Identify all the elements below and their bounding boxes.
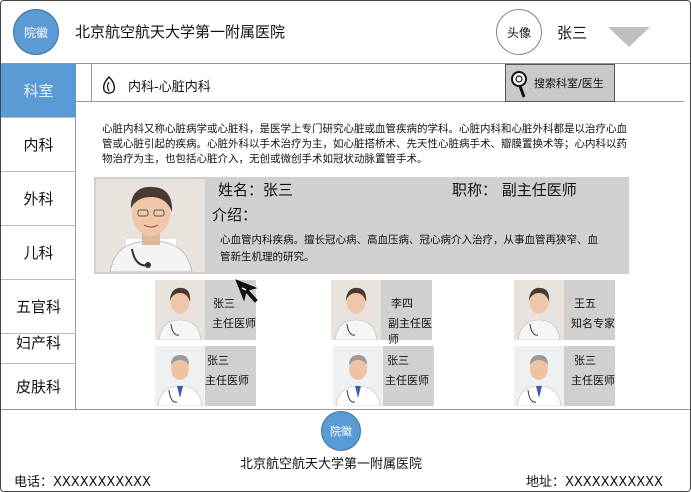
department-title: 内科-心脏内科: [128, 80, 211, 95]
search-department-doctor-button[interactable]: 搜索科室/医生: [505, 64, 615, 102]
doctor-photo: [331, 280, 381, 340]
featured-doctor-photo: [96, 179, 205, 272]
doctor-title: 主任医师: [205, 374, 249, 387]
avatar-label: 头像: [506, 25, 531, 40]
cursor-icon: [235, 279, 258, 303]
doctor-photo: [155, 280, 205, 340]
doctor-name: 张三: [207, 354, 229, 367]
sidebar-item-label: 内科: [23, 136, 54, 154]
sidebar-item-label: 五官科: [15, 298, 61, 316]
featured-doctor-title: 职称： 副主任医师: [452, 181, 577, 199]
hospital-logo[interactable]: 院徽: [13, 9, 59, 55]
search-icon: [511, 71, 527, 98]
app-window: 院徽 北京航空航天大学第一附属医院 头像 张三 科室 内科 外科 儿科 五官科 …: [0, 0, 691, 492]
user-menu-dropdown-icon[interactable]: [608, 27, 650, 47]
divider: [91, 64, 92, 102]
doctor-card[interactable]: 张三 主任医师: [333, 346, 434, 406]
search-button-label: 搜索科室/医生: [534, 77, 604, 90]
doctor-card[interactable]: 张三 主任医师: [514, 346, 615, 406]
sidebar-item-dermatology[interactable]: 皮肤科: [1, 364, 76, 409]
logo-label: 院徽: [23, 25, 48, 40]
header: 院徽 北京航空航天大学第一附属医院 头像 张三: [1, 1, 690, 64]
sidebar-item-pediatrics[interactable]: 儿科: [1, 226, 76, 280]
sidebar-item-label: 妇产科: [15, 334, 61, 352]
avatar[interactable]: 头像: [496, 9, 542, 55]
featured-doctor-card[interactable]: 姓名：张三 职称： 副主任医师 介绍： 心血管内科疾病。擅长冠心病、高血压病、冠…: [94, 177, 629, 274]
footer-hospital-logo: 院徽: [321, 411, 361, 451]
featured-intro-label: 介绍：: [212, 206, 258, 224]
doctor-photo: [333, 346, 383, 406]
doctor-title: 知名专家: [571, 317, 615, 330]
footer-hospital-name: 北京航空航天大学第一附属医院: [240, 457, 423, 472]
doctor-card[interactable]: 王五 知名专家: [514, 280, 615, 340]
sidebar-item-label: 科室: [23, 82, 54, 100]
doctor-photo: [514, 280, 564, 340]
doctor-name: 张三: [387, 354, 409, 367]
department-icon: [102, 76, 116, 94]
doctor-name: 王五: [574, 297, 596, 310]
doctor-title: 主任医师: [385, 374, 429, 387]
doctor-photo: [514, 346, 564, 406]
doctor-title: 主任医师: [571, 374, 615, 387]
sidebar-item-label: 皮肤科: [15, 378, 61, 396]
doctor-title: 副主任医师: [388, 317, 432, 346]
hospital-name: 北京航空航天大学第一附属医院: [75, 23, 286, 41]
department-description: 心脏内科又称心脏病学或心脏科，是医学上专门研究心脏或血管疾病的学科。心脏内科和心…: [102, 123, 627, 165]
sidebar-item-label: 儿科: [23, 244, 54, 262]
sidebar-item-internal-medicine[interactable]: 内科: [1, 118, 76, 172]
user-name[interactable]: 张三: [557, 22, 587, 43]
featured-doctor-name: 姓名：张三: [218, 181, 294, 199]
footer-address: 地址：XXXXXXXXXXX: [526, 475, 663, 490]
footer: 院徽 北京航空航天大学第一附属医院 电话：XXXXXXXXXXX 地址：XXXX…: [1, 409, 690, 491]
doctor-name: 张三: [213, 297, 235, 310]
footer-phone: 电话：XXXXXXXXXXX: [14, 475, 151, 490]
sidebar-item-label: 外科: [23, 190, 54, 208]
doctor-card[interactable]: 李四 副主任医师: [331, 280, 432, 346]
doctor-photo: [155, 346, 205, 406]
footer-logo-label: 院徽: [330, 425, 352, 438]
sidebar-item-surgery[interactable]: 外科: [1, 172, 76, 226]
doctor-name: 李四: [391, 297, 413, 310]
doctor-title: 主任医师: [212, 317, 256, 330]
sidebar-item-obstetrics[interactable]: 妇产科: [1, 322, 76, 364]
sidebar: 科室 内科 外科 儿科 五官科 妇产科 皮肤科: [1, 64, 76, 409]
sidebar-item-department[interactable]: 科室: [1, 64, 76, 118]
doctor-name: 张三: [574, 354, 596, 367]
featured-intro-text: 心血管内科疾病。擅长冠心病、高血压病、冠心病介入治疗，从事血管再狭窄、血管新生机…: [220, 234, 598, 263]
doctor-card[interactable]: 张三 主任医师: [155, 346, 256, 406]
